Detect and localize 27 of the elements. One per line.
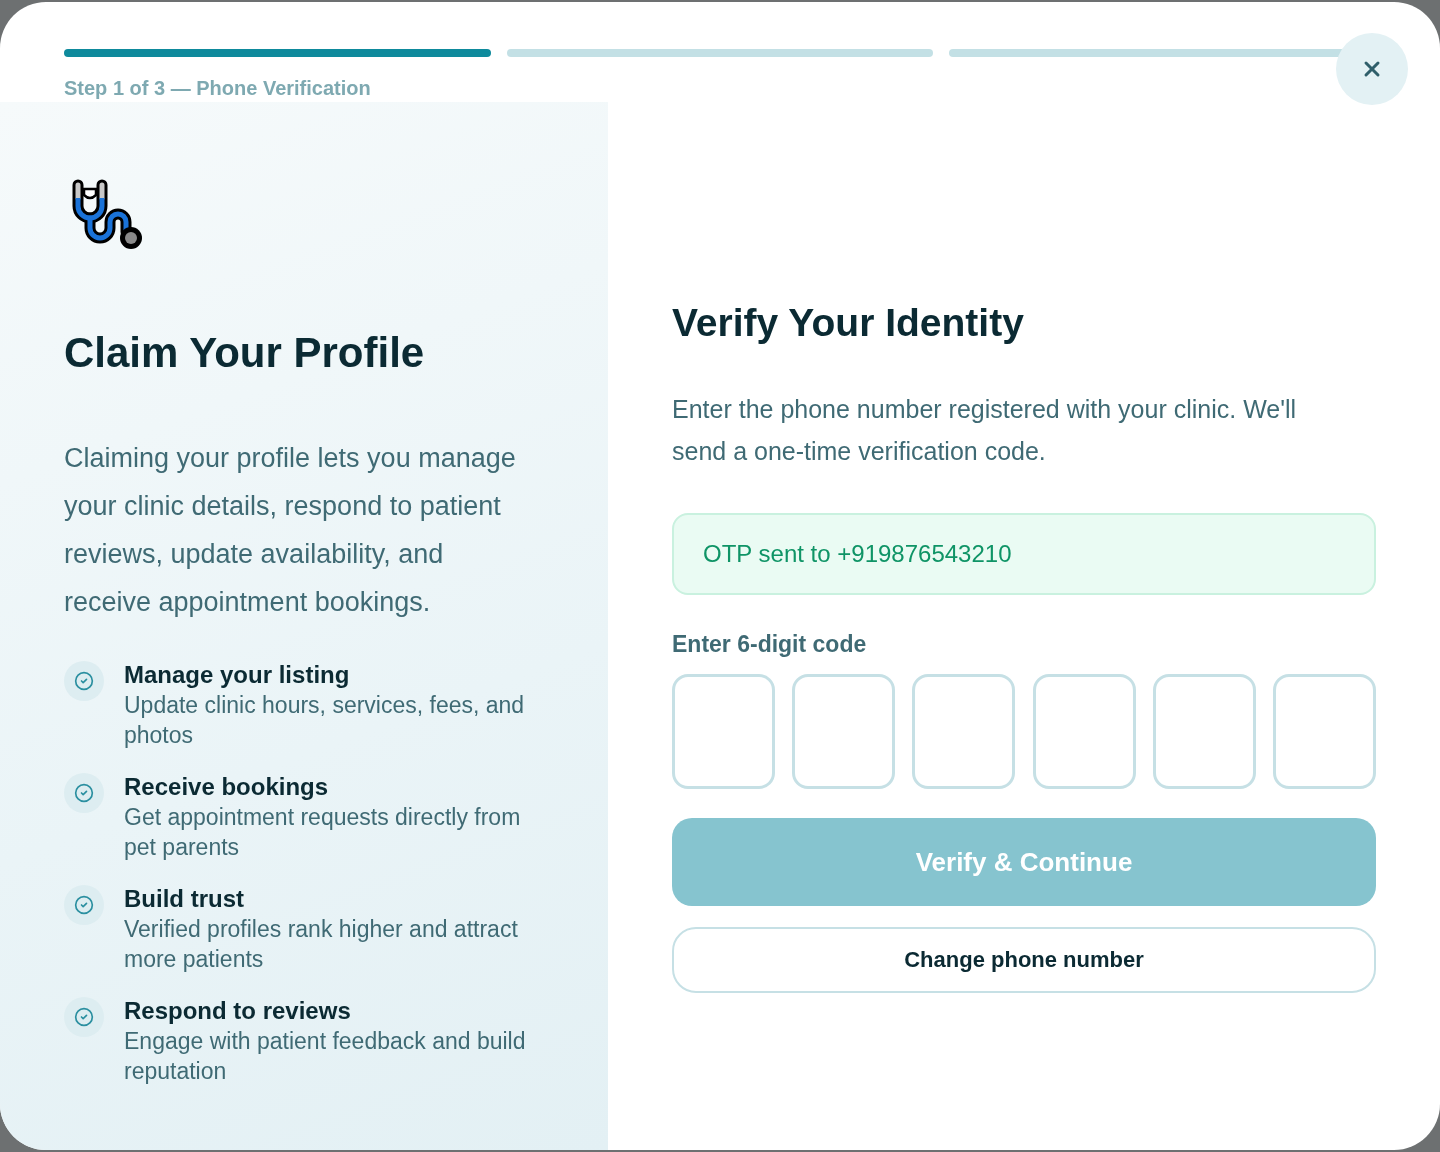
check-circle-icon (64, 661, 104, 701)
code-digit-field[interactable] (672, 674, 775, 789)
benefit-description: Engage with patient feedback and build reputation (124, 1027, 527, 1086)
check-circle-icon (64, 997, 104, 1037)
benefit-description: Update clinic hours, services, fees, and photos (124, 691, 526, 750)
intro-description: Claiming your profile lets you manage your clinic details, respond to patient reviews, update availability, and receive appointment bookings. (64, 442, 517, 619)
benefit-title: Manage your listing (124, 660, 350, 690)
stethoscope-icon (71, 178, 145, 250)
code-digit-field[interactable] (1152, 674, 1256, 789)
otp-sent-notice: OTP sent to +919876543210 (672, 513, 1376, 595)
benefit-description: Get appointment requests directly from pet parents (124, 803, 522, 862)
benefit-title: Respond to reviews (124, 996, 351, 1026)
code-digit-field[interactable] (1032, 674, 1136, 789)
intro-title: Claim Your Profile (64, 329, 425, 377)
code-digit-field[interactable] (912, 674, 1016, 789)
check-circle-icon (64, 773, 104, 813)
code-label: Enter 6-digit code (672, 630, 867, 658)
benefit-description: Verified profiles rank higher and attract more patients (124, 915, 519, 974)
benefit-title: Build trust (124, 884, 244, 914)
code-digit-field[interactable] (1272, 674, 1376, 789)
benefit-title: Receive bookings (124, 772, 329, 802)
verify-description: Enter the phone number registered with your clinic. We'll send a one-time verification code. (672, 394, 1298, 467)
check-circle-icon (64, 885, 104, 925)
code-digit-field[interactable] (792, 674, 896, 789)
step-label: Step 1 of 3 — Phone Verification (64, 76, 371, 100)
verify-title: Verify Your Identity (672, 301, 1024, 345)
change-phone-button[interactable]: Change phone number (672, 927, 1376, 993)
